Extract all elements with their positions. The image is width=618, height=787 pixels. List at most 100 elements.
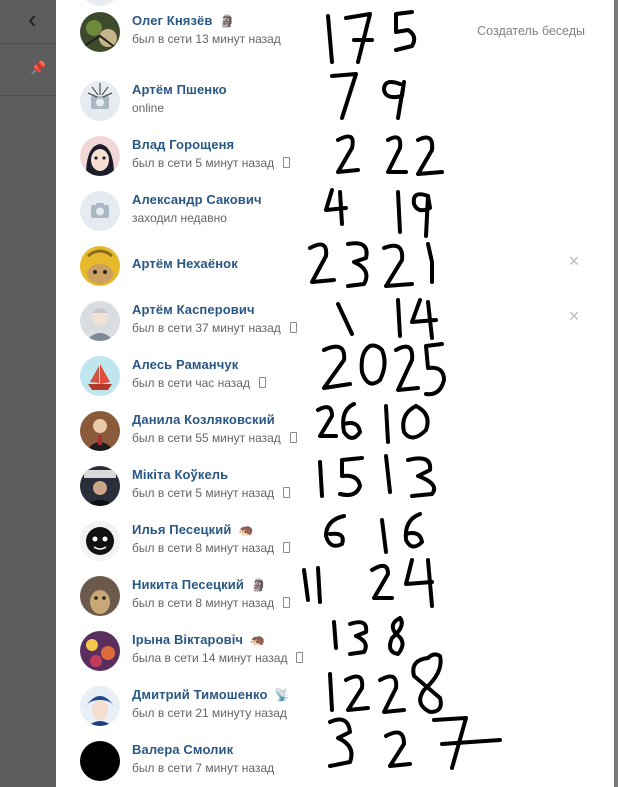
member-name-text[interactable]: Никита Песецкий — [132, 577, 244, 592]
member-row[interactable]: Ірына Віктаровіч 🦔 была в сети 14 минут на… — [56, 619, 614, 674]
member-status-text: был в сети 8 минут назад — [132, 596, 275, 610]
member-status: был в сети 21 минуту назад — [132, 706, 287, 720]
avatar[interactable] — [80, 136, 120, 176]
member-name[interactable]: Дмитрий Тимошенко 📡 — [132, 687, 290, 702]
avatar[interactable] — [80, 301, 120, 341]
member-name[interactable]: Олег Князёв 🗿 — [132, 13, 235, 28]
name-emoji: 📡 — [274, 688, 290, 702]
member-status-text: был в сети 5 минут назад — [132, 486, 275, 500]
member-name-text[interactable]: Алесь Раманчук — [132, 357, 238, 372]
conversation-list-strip: ‹ 📌 — [0, 0, 56, 787]
member-name-text[interactable]: Артём Пшенко — [132, 82, 227, 97]
member-status-text: была в сети 14 минут назад — [132, 651, 288, 665]
member-row[interactable]: Илья Песецкий 🦔 был в сети 8 минут назад — [56, 509, 614, 564]
member-name-text[interactable]: Артём Касперович — [132, 302, 255, 317]
member-status-text: был в сети 8 минут назад — [132, 541, 275, 555]
member-name-text[interactable]: Мікіта Коўкель — [132, 467, 228, 482]
member-name[interactable]: Алесь Раманчук — [132, 357, 238, 372]
member-name[interactable]: Александр Сакович — [132, 192, 262, 207]
member-row[interactable]: Артём Касперович был в сети 37 минут наза… — [56, 289, 614, 344]
scrollbar-gutter[interactable] — [614, 0, 618, 787]
remove-member-close-icon[interactable]: × — [566, 307, 582, 325]
avatar[interactable] — [80, 741, 120, 781]
avatar[interactable] — [80, 521, 120, 561]
mobile-phone-icon — [258, 377, 266, 388]
avatar[interactable] — [80, 246, 120, 286]
strip-divider — [0, 43, 56, 44]
member-row[interactable]: Артём Пшенко online — [56, 69, 614, 124]
avatar[interactable] — [80, 576, 120, 616]
member-name-text[interactable]: Олег Князёв — [132, 13, 212, 28]
avatar[interactable] — [80, 191, 120, 231]
member-name[interactable]: Никита Песецкий 🗿 — [132, 577, 266, 592]
member-row[interactable]: Никита Песецкий 🗿 был в сети 8 минут назад — [56, 564, 614, 619]
member-row[interactable]: Дмитрий Тимошенко 📡 был в сети 21 минуту н… — [56, 674, 614, 729]
avatar[interactable] — [80, 466, 120, 506]
member-status: был в сети час назад — [132, 376, 266, 390]
member-name[interactable]: Артём Пшенко — [132, 82, 227, 97]
avatar[interactable] — [80, 12, 120, 52]
mobile-phone-icon — [296, 652, 304, 663]
member-status-text: был в сети 5 минут назад — [132, 156, 275, 170]
member-status: был в сети 5 минут назад — [132, 156, 291, 170]
member-name[interactable]: Артём Нехаёнок — [132, 256, 238, 271]
member-role-label: Создатель беседы — [477, 24, 585, 38]
member-status: был в сети 5 минут назад — [132, 486, 291, 500]
member-row[interactable]: Алесь Раманчук был в сети час назад — [56, 344, 614, 399]
member-name[interactable]: Илья Песецкий 🦔 — [132, 522, 253, 537]
member-status-text: был в сети 37 минут назад — [132, 321, 281, 335]
mobile-phone-icon — [283, 487, 291, 498]
member-status: была в сети 14 минут назад — [132, 651, 304, 665]
member-name-text[interactable]: Ірына Віктаровіч — [132, 632, 243, 647]
member-name[interactable]: Ірына Віктаровіч 🦔 — [132, 632, 265, 647]
name-emoji: 🦔 — [250, 633, 266, 647]
member-name-text[interactable]: Илья Песецкий — [132, 522, 231, 537]
avatar[interactable] — [80, 356, 120, 396]
member-name-text[interactable]: Данила Козляковский — [132, 412, 275, 427]
member-status: был в сети 7 минут назад — [132, 761, 274, 775]
member-row[interactable]: Александр Сакович заходил недавно — [56, 179, 614, 234]
member-status-text: был в сети 13 минут назад — [132, 32, 281, 46]
avatar[interactable] — [80, 631, 120, 671]
member-name-text[interactable]: Валера Смолик — [132, 742, 233, 757]
member-status: заходил недавно — [132, 211, 227, 225]
member-status-text: был в сети 7 минут назад — [132, 761, 275, 775]
member-name[interactable]: Артём Касперович — [132, 302, 255, 317]
name-emoji: 🗿 — [219, 14, 235, 28]
name-emoji: 🗿 — [250, 578, 266, 592]
member-name[interactable]: Данила Козляковский — [132, 412, 275, 427]
avatar[interactable] — [80, 411, 120, 451]
member-status-text: заходил недавно — [132, 211, 227, 225]
member-name[interactable]: Валера Смолик — [132, 742, 233, 757]
member-row[interactable]: Валера Смолик был в сети 7 минут назад — [56, 729, 614, 784]
mobile-phone-icon — [283, 157, 291, 168]
avatar[interactable] — [80, 81, 120, 121]
member-row[interactable]: Артём Нехаёнок × — [56, 234, 614, 289]
member-status-text: был в сети 21 минуту назад — [132, 706, 287, 720]
member-status: был в сети 13 минут назад — [132, 32, 281, 46]
member-status-text: был в сети час назад — [132, 376, 250, 390]
member-status: online — [132, 101, 164, 115]
member-status: был в сети 8 минут назад — [132, 596, 291, 610]
mobile-phone-icon — [283, 597, 291, 608]
member-name-text[interactable]: Александр Сакович — [132, 192, 262, 207]
member-row[interactable]: Мікіта Коўкель был в сети 5 минут назад — [56, 454, 614, 509]
back-arrow-icon[interactable]: ‹ — [28, 4, 52, 34]
member-status-text: был в сети 55 минут назад — [132, 431, 281, 445]
member-name[interactable]: Влад Горощеня — [132, 137, 234, 152]
member-name-text[interactable]: Влад Горощеня — [132, 137, 234, 152]
pin-icon[interactable]: 📌 — [30, 60, 46, 76]
avatar[interactable] — [80, 686, 120, 726]
name-emoji: 🦔 — [238, 523, 254, 537]
member-name-text[interactable]: Дмитрий Тимошенко — [132, 687, 268, 702]
member-status-text: online — [132, 101, 165, 115]
strip-divider — [0, 95, 56, 96]
mobile-phone-icon — [289, 432, 297, 443]
member-name-text[interactable]: Артём Нехаёнок — [132, 256, 238, 271]
member-row[interactable]: Влад Горощеня был в сети 5 минут назад — [56, 124, 614, 179]
member-row[interactable]: Олег Князёв 🗿 был в сети 13 минут назад Соз… — [56, 0, 614, 55]
member-name[interactable]: Мікіта Коўкель — [132, 467, 228, 482]
remove-member-close-icon[interactable]: × — [566, 252, 582, 270]
mobile-phone-icon — [283, 542, 291, 553]
member-row[interactable]: Данила Козляковский был в сети 55 минут н… — [56, 399, 614, 454]
